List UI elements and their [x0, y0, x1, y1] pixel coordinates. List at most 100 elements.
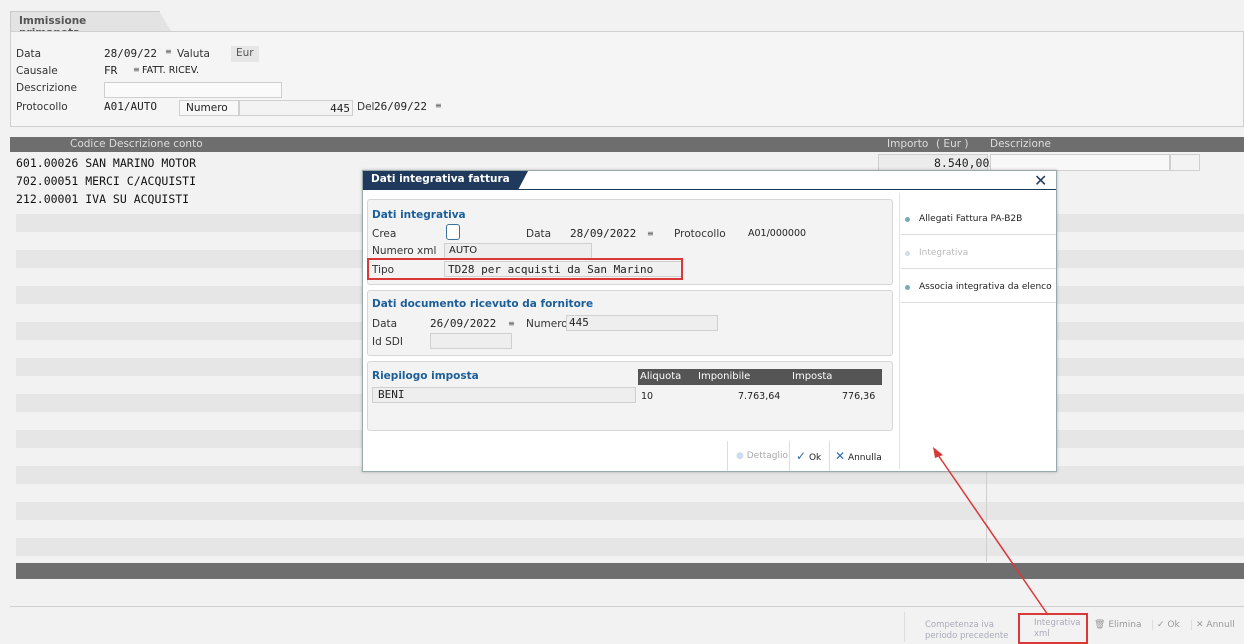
- idsdi-field[interactable]: [430, 333, 512, 349]
- footer-annulla-button[interactable]: ✕ Annull: [1191, 620, 1235, 630]
- del-label: Del: [357, 101, 375, 113]
- grid-header: Codice Descrizione conto Importo ( Eur )…: [10, 137, 1244, 152]
- numero-label-box: Numero: [179, 100, 239, 116]
- doc-data-label: Data: [372, 318, 398, 330]
- bullet-icon: ●: [736, 451, 744, 461]
- bullet-icon: [905, 217, 910, 222]
- causale-label: Causale: [16, 65, 58, 77]
- descrizione-label: Descrizione: [16, 82, 77, 94]
- col-eur: ( Eur ): [936, 138, 969, 150]
- side-item-integrativa[interactable]: Integrativa: [901, 235, 1056, 269]
- side-item-label: Allegati Fattura PA-B2B: [919, 214, 1023, 224]
- annulla-button[interactable]: ✕ Annulla: [829, 441, 897, 471]
- lookup-icon[interactable]: ≡: [133, 65, 140, 74]
- extra-cell[interactable]: [1170, 154, 1200, 171]
- ok-label: Ok: [808, 453, 822, 463]
- section-dati-integrativa: Dati integrativa Crea Data 28/09/2022 ≡ …: [367, 199, 893, 285]
- doc-numero-label: Numero: [526, 318, 568, 330]
- close-icon: ✕: [835, 449, 846, 463]
- protocollo-label: Protocollo: [16, 101, 68, 113]
- col-descrizione: Descrizione: [990, 138, 1051, 150]
- valuta-field[interactable]: Eur: [231, 46, 259, 62]
- table-row[interactable]: [16, 538, 1244, 556]
- numero-xml-field[interactable]: AUTO: [444, 243, 592, 259]
- bullet-icon: [905, 251, 910, 256]
- section-title: Riepilogo imposta: [372, 370, 479, 382]
- idsdi-label: Id SDI: [372, 336, 403, 348]
- dialog-title: Dati integrativa fattura: [363, 171, 528, 190]
- section-title: Dati documento ricevuto da fornitore: [372, 298, 594, 310]
- causale-code[interactable]: FR: [104, 64, 117, 77]
- riepilogo-imponibile: 7.763,64: [738, 391, 781, 402]
- numero-field[interactable]: 445: [239, 100, 353, 116]
- riepilogo-aliquota: 10: [641, 391, 654, 402]
- highlight-tipo: [367, 258, 683, 280]
- section-title: Dati integrativa: [372, 209, 466, 221]
- footer-ok-label: Ok: [1167, 620, 1180, 630]
- calendar-icon[interactable]: ≡: [165, 47, 172, 56]
- side-divider: [899, 193, 900, 469]
- table-row[interactable]: [16, 502, 1244, 520]
- row-text: 601.00026 SAN MARINO MOTOR: [16, 156, 197, 170]
- dati-integrativa-dialog: Dati integrativa fattura ✕ Dati integrat…: [362, 170, 1057, 472]
- protocollo-value[interactable]: A01/AUTO: [104, 100, 157, 113]
- protocollo-label: Protocollo: [674, 228, 726, 240]
- valuta-label: Valuta: [177, 48, 210, 60]
- check-icon: ✓: [1157, 620, 1165, 630]
- competenza-button[interactable]: Competenza iva periodo precedente: [904, 612, 1016, 642]
- causale-desc: FATT. RICEV.: [142, 65, 200, 76]
- descrizione-cell[interactable]: [990, 154, 1170, 171]
- crea-label: Crea: [372, 228, 397, 240]
- elimina-button[interactable]: 🗑 Elimina: [1094, 620, 1142, 630]
- totals-bar: [16, 563, 1244, 579]
- col-imponibile: Imponibile: [698, 371, 751, 382]
- riepilogo-desc: BENI: [372, 387, 636, 403]
- descrizione-field[interactable]: [104, 82, 282, 98]
- side-item-label: Integrativa: [919, 248, 969, 258]
- close-icon[interactable]: ✕: [1034, 171, 1047, 190]
- numero-xml-label: Numero xml: [372, 245, 437, 257]
- doc-data-value[interactable]: 26/09/2022: [430, 317, 496, 330]
- row-text: 212.00001 IVA SU ACQUISTI: [16, 192, 190, 206]
- importo-value: 8.540,00A: [934, 156, 997, 170]
- footer-divider: [10, 606, 1244, 607]
- numero-value: 445: [330, 102, 350, 115]
- calendar-icon[interactable]: ≡: [435, 101, 442, 110]
- section-dati-documento: Dati documento ricevuto da fornitore Dat…: [367, 290, 893, 356]
- side-item-label: Associa integrativa da elenco: [919, 282, 1052, 292]
- data-label: Data: [16, 48, 42, 60]
- trash-icon: 🗑: [1094, 620, 1106, 630]
- header-panel: Data 28/09/22 ≡ Valuta Eur Causale FR ≡ …: [10, 31, 1244, 127]
- dettaglio-button[interactable]: ● Dettaglio: [727, 441, 793, 471]
- section-riepilogo: Riepilogo imposta Aliquota Imponibile Im…: [367, 361, 893, 431]
- footer-annulla-label: Annull: [1206, 620, 1235, 630]
- side-item-allegati[interactable]: Allegati Fattura PA-B2B: [901, 201, 1056, 235]
- col-codice: Codice Descrizione conto: [70, 138, 203, 150]
- row-text: 702.00051 MERCI C/ACQUISTI: [16, 174, 197, 188]
- calendar-icon[interactable]: ≡: [508, 319, 515, 328]
- data-value[interactable]: 28/09/22: [104, 47, 157, 60]
- elimina-label: Elimina: [1108, 620, 1142, 630]
- protocollo-value: A01/000000: [748, 228, 807, 239]
- close-icon: ✕: [1196, 620, 1204, 630]
- doc-numero-field[interactable]: 445: [566, 315, 718, 331]
- crea-checkbox[interactable]: [446, 224, 460, 240]
- calendar-icon[interactable]: ≡: [647, 229, 654, 238]
- competenza-label: Competenza iva periodo precedente: [925, 620, 1009, 641]
- annulla-label: Annulla: [847, 453, 882, 463]
- riepilogo-header: Aliquota Imponibile Imposta: [638, 369, 882, 385]
- tab-immissione-primanota[interactable]: Immissione primanota: [10, 11, 171, 39]
- bullet-icon: [905, 285, 910, 290]
- check-icon: ✓: [796, 449, 807, 463]
- col-aliquota: Aliquota: [640, 371, 682, 382]
- data-label: Data: [526, 228, 552, 240]
- del-value[interactable]: 26/09/22: [374, 100, 427, 113]
- col-imposta: Imposta: [792, 371, 833, 382]
- highlight-integrativa-xml: [1018, 613, 1088, 644]
- footer-ok-button[interactable]: ✓ Ok: [1152, 620, 1180, 630]
- side-item-associa[interactable]: Associa integrativa da elenco: [901, 269, 1056, 303]
- ok-button[interactable]: ✓ Ok: [789, 441, 829, 471]
- riepilogo-imposta: 776,36: [842, 391, 876, 402]
- data-value[interactable]: 28/09/2022: [570, 227, 636, 240]
- col-importo: Importo: [887, 138, 929, 150]
